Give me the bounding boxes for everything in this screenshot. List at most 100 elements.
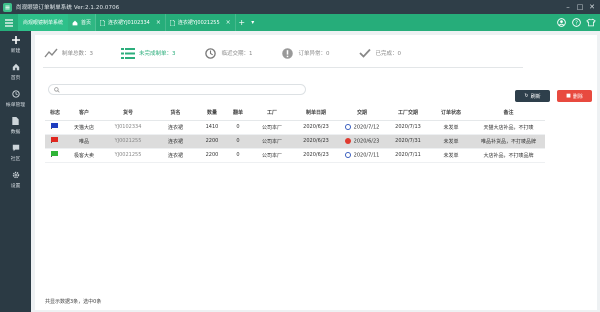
- column-header[interactable]: 订单状态: [430, 106, 472, 121]
- column-header[interactable]: 客户: [65, 106, 103, 121]
- document-icon: [169, 19, 175, 26]
- column-header[interactable]: 交期: [338, 106, 386, 121]
- tab-order-1[interactable]: 连衣裙YJ0102334 ×: [96, 14, 166, 31]
- due-date-text: 2020/7/12: [353, 124, 380, 131]
- order-number-cell: YJ0021255: [103, 148, 153, 163]
- sidebar-item-community[interactable]: 社区: [0, 139, 31, 166]
- search-icon: [54, 86, 60, 93]
- clock-icon: [11, 90, 20, 99]
- main-area: 制单总数：3 未完成制单：3 临近交期：1 订单异常：0 已完成：0 ↻ 刷新 …: [31, 31, 600, 312]
- sidebar-item-home[interactable]: 首页: [0, 58, 31, 85]
- column-header[interactable]: 翻单: [226, 106, 250, 121]
- customer-cell: 唯品: [65, 134, 103, 149]
- sidebar-item-new[interactable]: 新建: [0, 31, 31, 58]
- refresh-button[interactable]: ↻ 刷新: [515, 90, 550, 102]
- sidebar-item-label: 首页: [10, 75, 21, 81]
- column-header[interactable]: 备注: [472, 106, 545, 121]
- delete-button[interactable]: ■ 删除: [557, 90, 592, 102]
- column-header[interactable]: 货名: [153, 106, 198, 121]
- order-date-cell: 2020/6/23: [294, 134, 338, 149]
- check-icon: [357, 46, 373, 60]
- repeat-cell: 0: [226, 134, 250, 149]
- due-date-text: 2020/7/11: [353, 152, 380, 159]
- stat-completed[interactable]: 已完成：0: [357, 46, 401, 60]
- due-date-cell: 2020/7/11: [338, 148, 386, 163]
- stat-near-due[interactable]: 临近交期：1: [203, 46, 253, 60]
- factory-due-cell: 2020/7/31: [386, 134, 430, 149]
- tab-dropdown-button[interactable]: ▾: [248, 14, 258, 31]
- close-tab-icon[interactable]: ×: [156, 19, 161, 26]
- tab-home[interactable]: 首页: [68, 14, 97, 31]
- stat-label: 制单总数：3: [62, 51, 93, 57]
- home-icon: [72, 20, 78, 26]
- clock-icon: [203, 46, 219, 60]
- alert-icon: [344, 137, 351, 144]
- app-logo-icon: [3, 2, 12, 12]
- sidebar-item-label: 设置: [10, 183, 21, 189]
- table-row[interactable]: 天猫大店 YJ0102334 连衣裙 1410 0 公司本厂 2020/6/23…: [45, 120, 545, 135]
- add-tab-button[interactable]: +: [236, 14, 248, 31]
- factory-cell: 公司本厂: [250, 148, 294, 163]
- sidebar-item-label: 新建: [10, 48, 21, 54]
- factory-cell: 公司本厂: [250, 134, 294, 149]
- minimize-button[interactable]: –: [562, 1, 574, 13]
- table-header-row: 标志 客户 货号 货名 数量 翻单 工厂 制单日期 交期 工厂交期 订单状态 备…: [45, 106, 545, 121]
- gear-icon: [11, 171, 20, 180]
- repeat-cell: 0: [226, 120, 250, 135]
- trend-line-icon: [43, 46, 59, 60]
- column-header[interactable]: 货号: [103, 106, 153, 121]
- tab-label: 连衣裙YJ0102334: [108, 20, 150, 26]
- product-name-cell: 连衣裙: [153, 134, 198, 149]
- tab-label: 首页: [81, 20, 92, 26]
- sidebar-item-orders[interactable]: 帐单管理: [0, 85, 31, 112]
- status-cell: 未发单: [430, 134, 472, 149]
- stat-unfinished-orders[interactable]: 未完成制单：3: [120, 46, 176, 60]
- sidebar-item-settings[interactable]: 设置: [0, 166, 31, 193]
- factory-due-cell: 2020/7/13: [386, 120, 430, 135]
- delete-label: 删除: [572, 93, 583, 100]
- tab-order-2[interactable]: 连衣裙YJ0021255 ×: [166, 14, 236, 31]
- table-row[interactable]: 极客大卖 YJ0021255 连衣裙 2200 0 公司本厂 2020/6/23…: [45, 148, 545, 163]
- sidebar-item-data[interactable]: 数据: [0, 112, 31, 139]
- chat-icon: [11, 144, 20, 153]
- order-number-cell: YJ0102334: [103, 120, 153, 135]
- table-row[interactable]: 唯品 YJ0021255 连衣裙 2200 0 公司本厂 2020/6/23 2…: [45, 134, 545, 149]
- quantity-cell: 1410: [198, 120, 226, 135]
- selection-summary: 共显示数据3条，选中0条: [45, 299, 102, 305]
- menu-icon[interactable]: [0, 14, 18, 31]
- tab-bar: 尚观眼镜制单系统 首页 连衣裙YJ0102334 × 连衣裙YJ0021255 …: [0, 14, 600, 31]
- stat-label: 未完成制单：3: [139, 51, 176, 57]
- repeat-cell: 0: [226, 148, 250, 163]
- svg-text:?: ?: [575, 21, 578, 27]
- sidebar: 新建 首页 帐单管理 数据 社区 设置: [0, 31, 31, 312]
- home-icon: [11, 63, 20, 72]
- shirt-icon[interactable]: [586, 18, 596, 28]
- maximize-button[interactable]: □: [574, 1, 586, 13]
- system-name-tab[interactable]: 尚观眼镜制单系统: [18, 14, 68, 31]
- column-header[interactable]: 标志: [45, 106, 65, 121]
- flag-icon: [51, 137, 59, 143]
- close-window-button[interactable]: ✕: [586, 1, 598, 13]
- column-header[interactable]: 制单日期: [294, 106, 338, 121]
- alert-icon: [280, 46, 296, 60]
- note-cell: 天猫大店补品，不打唛: [472, 120, 545, 135]
- user-icon[interactable]: [556, 18, 566, 28]
- stat-order-exception[interactable]: 订单异常：0: [280, 46, 330, 60]
- stat-label: 订单异常：0: [298, 51, 330, 57]
- help-icon[interactable]: ?: [571, 18, 581, 28]
- order-date-cell: 2020/6/23: [294, 120, 338, 135]
- content-panel: 制单总数：3 未完成制单：3 临近交期：1 订单异常：0 已完成：0 ↻ 刷新 …: [35, 35, 597, 310]
- column-header[interactable]: 工厂交期: [386, 106, 430, 121]
- stat-label: 临近交期：1: [221, 51, 253, 57]
- customer-cell: 天猫大店: [65, 120, 103, 135]
- flag-icon: [51, 123, 59, 129]
- search-input[interactable]: [48, 84, 306, 95]
- close-tab-icon[interactable]: ×: [226, 19, 231, 26]
- product-name-cell: 连衣裙: [153, 120, 198, 135]
- column-header[interactable]: 数量: [198, 106, 226, 121]
- orders-table: 标志 客户 货号 货名 数量 翻单 工厂 制单日期 交期 工厂交期 订单状态 备…: [45, 106, 545, 163]
- column-header[interactable]: 工厂: [250, 106, 294, 121]
- divider: [43, 67, 523, 68]
- stat-total-orders[interactable]: 制单总数：3: [43, 46, 93, 60]
- factory-due-cell: 2020/7/11: [386, 148, 430, 163]
